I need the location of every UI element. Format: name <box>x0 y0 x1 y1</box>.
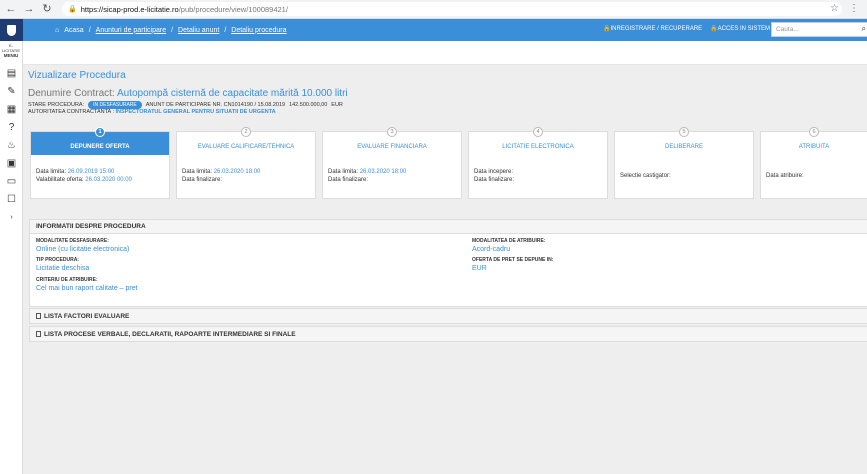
contract-label: Denumire Contract: <box>28 88 115 99</box>
field-modalitate: MODALITATE DESFASURARE: Online (cu licit… <box>36 238 130 253</box>
home-icon[interactable]: ⌂ <box>55 27 59 34</box>
step-title: EVALUARE CALIFICARE/TEHNICA <box>197 143 295 150</box>
url-host: https://sicap-prod.e-licitatie.ro <box>80 4 179 14</box>
tools-icon[interactable]: ♨ <box>0 136 23 154</box>
procese-verbale-panel[interactable]: LISTA PROCESE VERBALE, DECLARATII, RAPOA… <box>29 326 867 342</box>
step-evaluare-financiara[interactable]: 3 EVALUARE FINANCIARA Data limita: 26.03.… <box>322 127 462 199</box>
breadcrumb-detaliu-procedura[interactable]: Detaliu procedura <box>231 27 286 34</box>
register-link[interactable]: 🔒INREGISTRARE / RECUPERARE <box>603 25 702 32</box>
shield-icon <box>7 24 16 36</box>
step-number: 1 <box>95 127 105 137</box>
main-content: Vizualizare Procedura Denumire Contract:… <box>23 65 867 474</box>
browser-menu-icon[interactable]: ⋮ <box>849 3 859 14</box>
step-title: DELIBERARE <box>664 143 703 150</box>
contract-name: Autopompă cisternă de capacitate mărită … <box>116 88 348 99</box>
step-number: 5 <box>679 127 689 137</box>
document-list-icon[interactable]: ▤ <box>0 64 23 82</box>
site-logo[interactable] <box>0 19 23 41</box>
edit-document-icon[interactable]: ✎ <box>0 82 23 100</box>
step-title: LICITATIE ELECTRONICA <box>502 143 574 150</box>
factori-header: LISTA FACTORI EVALUARE <box>44 312 130 320</box>
menu-label: MENIU <box>3 53 19 58</box>
document-icon <box>36 313 41 319</box>
contracting-authority: AUTORITATEA CONTRACTANTA : INSPECTORATUL… <box>28 109 276 115</box>
back-arrow-icon[interactable]: ← <box>4 2 18 16</box>
field-moneda-oferta: OFERTA DE PRET SE DEPUNE IN: EUR <box>472 257 554 272</box>
chat-icon[interactable]: ☐ <box>0 190 23 208</box>
step-title: EVALUARE FINANCIARA <box>357 143 427 150</box>
breadcrumb-anunturi[interactable]: Anunturi de participare <box>96 27 166 34</box>
menu-toggle[interactable]: E-LICITATIE MENIU <box>0 43 22 58</box>
header-spacer <box>23 41 867 65</box>
bookmark-star-icon[interactable]: ☆ <box>830 3 839 14</box>
step-evaluare-calificare[interactable]: 2 EVALUARE CALIFICARE/TEHNICA Data limita… <box>176 127 316 199</box>
step-depunere-oferta[interactable]: 1 DEPUNERE OFERTA Data limita: 26.09.2019… <box>30 127 170 199</box>
authority-label: AUTORITATEA CONTRACTANTA : <box>28 109 114 115</box>
step-title: ATRIBUITA <box>798 143 830 150</box>
step-number: 4 <box>533 127 543 137</box>
step-deliberare[interactable]: 5 DELIBERARE Selectie castigator: <box>614 127 754 199</box>
status-label: STARE PROCEDURA: <box>28 102 85 108</box>
help-icon[interactable]: ? <box>0 118 23 136</box>
contract-title: Denumire Contract: Autopompă cisternă de… <box>28 88 348 99</box>
page-title: Vizualizare Procedura <box>28 70 126 81</box>
login-link[interactable]: 🔒ACCES IN SISTEM <box>710 25 770 32</box>
menu-top-label: E-LICITATIE <box>1 43 21 53</box>
url-path: /pub/procedure/view/100089421/ <box>178 4 288 14</box>
field-criteriu: CRITERIU DE ATRIBUIRE: Cel mai bun rapor… <box>36 277 138 292</box>
breadcrumb-detaliu-anunt[interactable]: Detaliu anunt <box>178 27 219 34</box>
browser-toolbar: ← → ↻ 🔒 https://sicap-prod.e-licitatie.r… <box>0 0 867 19</box>
search-placeholder: Cauta... <box>776 26 799 33</box>
document-icon <box>36 331 41 337</box>
lock-icon: 🔒 <box>68 6 77 13</box>
field-modalitate-atribuire: MODALITATEA DE ATRIBUIRE: Acord-cadru <box>472 238 546 253</box>
notice-number[interactable]: ANUNT DE PARTICIPARE NR. CN1014190 / 15.… <box>146 102 285 108</box>
info-panel-header[interactable]: INFORMATII DESPRE PROCEDURA <box>30 220 867 234</box>
procese-header: LISTA PROCESE VERBALE, DECLARATII, RAPOA… <box>44 330 296 338</box>
step-number: 2 <box>241 127 251 137</box>
factori-evaluare-panel[interactable]: LISTA FACTORI EVALUARE <box>29 308 867 324</box>
breadcrumb-home[interactable]: Acasa <box>64 27 83 34</box>
status-badge: IN DESFASURARE <box>88 101 142 109</box>
estimated-value: 142.500.000,00 <box>289 102 328 108</box>
calendar-icon[interactable]: ▦ <box>0 100 23 118</box>
lock-icon: 🔒 <box>710 26 718 32</box>
reload-icon[interactable]: ↻ <box>40 2 54 16</box>
procedure-meta: STARE PROCEDURA: IN DESFASURARE ANUNT DE… <box>28 101 343 109</box>
id-card-icon[interactable]: ▣ <box>0 154 23 172</box>
authority-name[interactable]: INSPECTORATUL GENERAL PENTRU SITUATII DE… <box>116 109 276 115</box>
step-licitatie-electronica[interactable]: 4 LICITATIE ELECTRONICA Data incepere: Da… <box>468 127 608 199</box>
currency: EUR <box>331 102 343 108</box>
address-bar[interactable]: 🔒 https://sicap-prod.e-licitatie.ro/pub/… <box>62 2 842 16</box>
search-icon[interactable]: ⌕ <box>862 24 866 34</box>
account-links: 🔒INREGISTRARE / RECUPERARE 🔒ACCES IN SIS… <box>603 25 770 32</box>
step-number: 6 <box>809 127 819 137</box>
expand-chevron-icon[interactable]: › <box>0 208 23 226</box>
search-input[interactable]: Cauta... ⌕ <box>771 22 867 37</box>
procedure-info-panel: INFORMATII DESPRE PROCEDURA MODALITATE D… <box>29 219 867 307</box>
step-atribuita[interactable]: 6 ATRIBUITA Data atribuire: <box>760 127 867 199</box>
step-number: 3 <box>387 127 397 137</box>
forward-arrow-icon[interactable]: → <box>22 2 36 16</box>
left-sidebar: E-LICITATIE MENIU ▤ ✎ ▦ ? ♨ ▣ ▭ ☐ › <box>0 19 23 474</box>
step-title: DEPUNERE OFERTA <box>70 143 130 150</box>
field-tip-procedura: TIP PROCEDURA: Licitatie deschisa <box>36 257 90 272</box>
monitor-icon[interactable]: ▭ <box>0 172 23 190</box>
top-navigation: ⌂ Acasa / Anunturi de participare / Deta… <box>23 19 867 41</box>
breadcrumb: ⌂ Acasa / Anunturi de participare / Deta… <box>55 26 287 34</box>
